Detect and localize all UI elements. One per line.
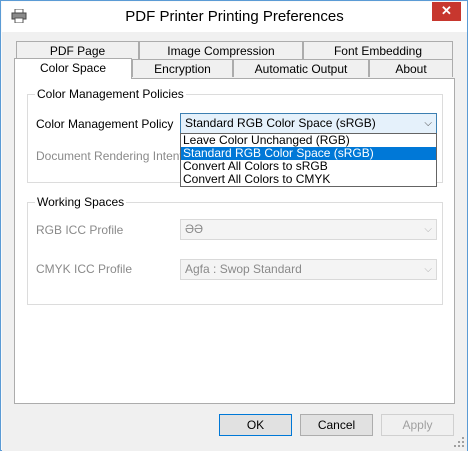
rgb-profile-select[interactable]: ƏƏ ⌵ xyxy=(180,219,437,240)
cmyk-profile-value: Agfa : Swop Standard xyxy=(185,262,302,276)
close-button[interactable]: ✕ xyxy=(432,2,461,21)
working-spaces-group: Working Spaces xyxy=(27,195,443,305)
group-title-working-spaces: Working Spaces xyxy=(35,195,127,209)
tab-pdf-page[interactable]: PDF Page xyxy=(16,41,139,59)
cmyk-profile-select[interactable]: Agfa : Swop Standard ⌵ xyxy=(180,259,437,280)
chevron-down-icon: ⌵ xyxy=(424,264,432,275)
rgb-profile-value: ƏƏ xyxy=(185,222,204,236)
cancel-button[interactable]: Cancel xyxy=(300,414,373,436)
window-title: PDF Printer Printing Preferences xyxy=(125,8,344,25)
tab-image-compression[interactable]: Image Compression xyxy=(139,41,303,59)
tab-color-space[interactable]: Color Space xyxy=(14,58,132,79)
title-bar[interactable]: PDF Printer Printing Preferences ✕ xyxy=(2,2,467,32)
apply-button[interactable]: Apply xyxy=(381,414,454,436)
tab-font-embedding[interactable]: Font Embedding xyxy=(303,41,453,59)
dialog-window: PDF Printer Printing Preferences ✕ PDF P… xyxy=(0,0,468,451)
policy-dropdown-list: Leave Color Unchanged (RGB) Standard RGB… xyxy=(180,133,437,187)
tab-panel-color-space: Color Management Policies Color Manageme… xyxy=(14,78,455,404)
tab-encryption[interactable]: Encryption xyxy=(132,59,233,77)
policy-label: Color Management Policy xyxy=(36,117,174,131)
tab-about[interactable]: About xyxy=(369,59,453,77)
chevron-down-icon[interactable]: ⌵ xyxy=(424,114,432,133)
policy-option[interactable]: Convert All Colors to CMYK xyxy=(181,173,436,186)
group-title-color-management: Color Management Policies xyxy=(35,87,186,101)
resize-grip-icon[interactable] xyxy=(453,436,465,448)
policy-select-value: Standard RGB Color Space (sRGB) xyxy=(185,116,376,130)
policy-select[interactable]: Standard RGB Color Space (sRGB) ⌵ xyxy=(180,113,437,134)
rgb-profile-label: RGB ICC Profile xyxy=(36,223,124,237)
ok-button[interactable]: OK xyxy=(219,414,292,436)
chevron-down-icon: ⌵ xyxy=(424,224,432,235)
tab-automatic-output[interactable]: Automatic Output xyxy=(233,59,369,77)
cmyk-profile-label: CMYK ICC Profile xyxy=(36,262,133,276)
rendering-intent-label: Document Rendering Intent xyxy=(36,149,183,163)
